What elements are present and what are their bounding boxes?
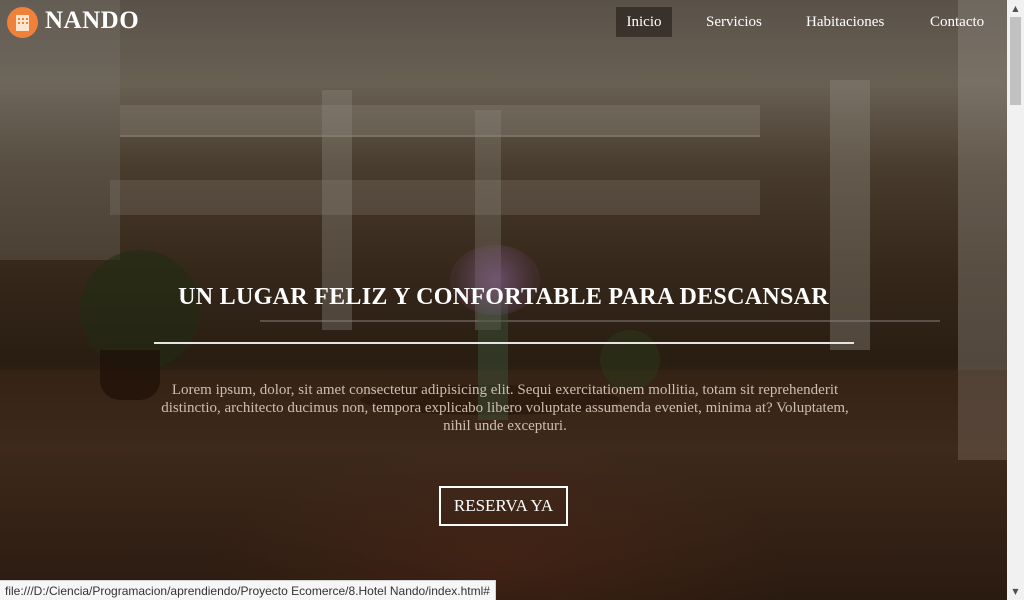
nav-item-habitaciones[interactable]: Habitaciones — [806, 14, 884, 31]
browser-status-url: file:///D:/Ciencia/Programacion/aprendie… — [0, 580, 496, 600]
hero-divider — [154, 342, 854, 344]
scroll-down-arrow-icon[interactable]: ▼ — [1007, 583, 1024, 600]
reserve-button[interactable]: RESERVA YA — [439, 486, 568, 526]
brand-name[interactable]: NANDO — [45, 7, 139, 35]
nav-item-servicios[interactable]: Servicios — [706, 14, 762, 31]
nav-item-inicio[interactable]: Inicio — [616, 7, 672, 37]
hero-headline: UN LUGAR FELIZ Y CONFORTABLE PARA DESCAN… — [178, 284, 829, 310]
nav-item-contacto[interactable]: Contacto — [930, 14, 984, 31]
hotel-building-icon[interactable] — [7, 7, 38, 38]
navbar: NANDO Inicio Servicios Habitaciones Cont… — [0, 0, 1007, 44]
scroll-up-arrow-icon[interactable]: ▲ — [1007, 0, 1024, 17]
page-scrollbar[interactable]: ▲ ▼ — [1007, 0, 1024, 600]
scrollbar-thumb[interactable] — [1010, 17, 1021, 105]
hero-description: Lorem ipsum, dolor, sit amet consectetur… — [161, 382, 849, 434]
